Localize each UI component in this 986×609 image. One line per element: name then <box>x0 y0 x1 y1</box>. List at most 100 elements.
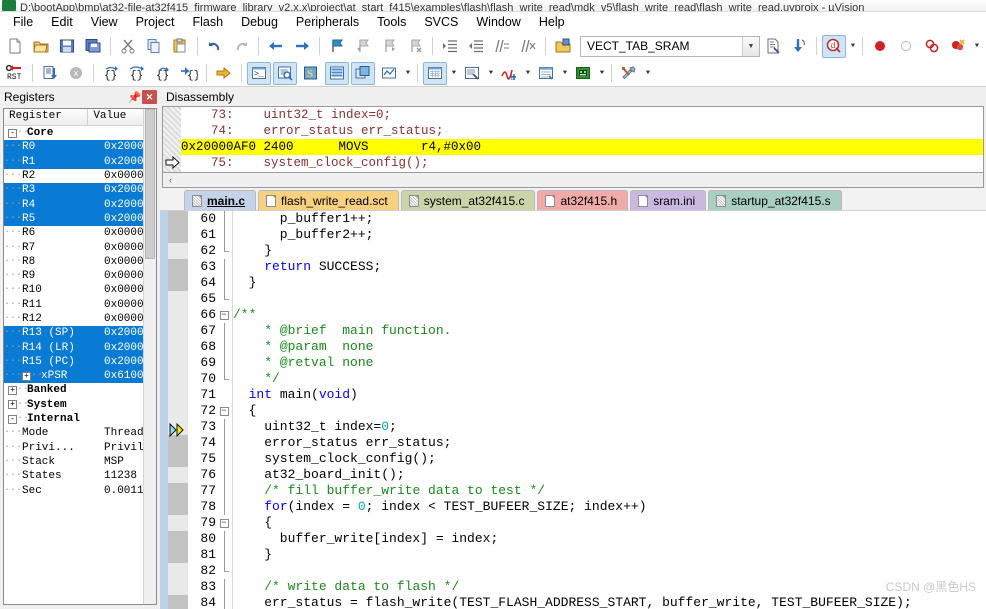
editor-fold-margin[interactable] <box>216 435 232 451</box>
editor-line[interactable]: 63 return SUCCESS; <box>188 259 986 275</box>
register-row[interactable]: ····R10x200054 <box>4 154 156 169</box>
analysis-dropdown-arrow-icon[interactable] <box>522 62 533 85</box>
target-select[interactable]: VECT_TAB_SRAM <box>580 35 760 57</box>
watch-windows-button[interactable] <box>377 62 401 85</box>
stop-button[interactable]: x <box>64 62 88 85</box>
insert-bookmark-button[interactable] <box>325 35 349 58</box>
chevron-down-icon[interactable] <box>742 36 759 56</box>
editor-fold-margin[interactable] <box>216 451 232 467</box>
register-row[interactable]: ····R100x000000 <box>4 283 156 297</box>
disassembly-line[interactable]: 74: error_status err_status; <box>181 123 983 139</box>
editor-fold-margin[interactable] <box>216 387 232 403</box>
manage-components-button[interactable] <box>787 35 811 58</box>
disassembly-horizontal-scrollbar[interactable]: ‹ <box>162 173 984 188</box>
editor-line[interactable]: 67 * @brief main function. <box>188 323 986 339</box>
scrollbar-thumb[interactable] <box>145 109 155 259</box>
register-row[interactable]: ····R90x000000 <box>4 269 156 283</box>
registers-grid[interactable]: Register Value -··Core····R00x20000A····… <box>3 108 157 605</box>
editor-fold-margin[interactable] <box>216 211 232 227</box>
expand-icon[interactable]: + <box>8 400 17 410</box>
insert-breakpoint-button[interactable] <box>868 35 892 58</box>
editor-line[interactable]: 77 /* fill buffer_write data to test */ <box>188 483 986 499</box>
disable-breakpoint-button[interactable] <box>894 35 918 58</box>
editor-fold-margin[interactable] <box>216 419 232 435</box>
pin-icon[interactable]: 📌 <box>127 90 142 105</box>
editor-fold-margin[interactable] <box>216 323 232 339</box>
editor-line[interactable]: 65 <box>188 291 986 307</box>
editor-tab-system-at32f415-c[interactable]: system_at32f415.c <box>400 190 536 210</box>
register-row[interactable]: ····R40x20000D <box>4 197 156 212</box>
editor-fold-margin[interactable] <box>216 467 232 483</box>
collapse-icon[interactable]: - <box>8 414 17 424</box>
watch-dropdown-arrow-icon[interactable] <box>402 62 413 85</box>
register-row[interactable]: +··Banked <box>4 383 156 397</box>
editor-fold-margin[interactable] <box>216 227 232 243</box>
menu-view[interactable]: View <box>82 13 127 31</box>
register-row[interactable]: ····R70x000000 <box>4 240 156 254</box>
editor-fold-margin[interactable]: − <box>216 515 232 531</box>
toolbox-button[interactable] <box>617 62 641 85</box>
indent-button[interactable] <box>438 35 462 58</box>
editor-line[interactable]: 66−/** <box>188 307 986 323</box>
register-row[interactable]: ····Privi...Privileg <box>4 441 156 455</box>
save-button[interactable] <box>55 35 79 58</box>
editor-tab-sram-ini[interactable]: sram.ini <box>630 190 707 210</box>
editor-tab-at32f415-h[interactable]: at32f415.h <box>537 190 629 210</box>
register-row[interactable]: -··Internal <box>4 412 156 426</box>
register-row[interactable]: -··Core <box>4 126 156 140</box>
register-row[interactable]: ····Stack MSP <box>4 455 156 469</box>
editor-line[interactable]: 78 for(index = 0; index < TEST_BUFEER_SI… <box>188 499 986 515</box>
register-row[interactable]: ····Sec0.001123 <box>4 483 156 497</box>
editor-fold-margin[interactable]: − <box>216 307 232 323</box>
fold-collapse-icon[interactable]: − <box>219 518 229 528</box>
editor-fold-margin[interactable] <box>216 243 232 259</box>
trace-dropdown-arrow-icon[interactable] <box>559 62 570 85</box>
clear-bookmarks-button[interactable] <box>403 35 427 58</box>
save-all-button[interactable] <box>81 35 105 58</box>
trace-windows-button[interactable] <box>534 62 558 85</box>
toolbox-dropdown-arrow-icon[interactable] <box>642 62 653 85</box>
paste-button[interactable] <box>168 35 192 58</box>
undo-button[interactable] <box>203 35 227 58</box>
memory-dropdown-arrow-icon[interactable] <box>448 62 459 85</box>
step-out-button[interactable]: {} <box>151 62 175 85</box>
expand-icon[interactable]: + <box>8 385 17 395</box>
collapse-icon[interactable]: - <box>8 128 17 138</box>
editor-tab-main-c[interactable]: main.c <box>184 190 257 210</box>
call-stack-window-button[interactable] <box>351 61 375 85</box>
serial-dropdown-arrow-icon[interactable] <box>485 62 496 85</box>
disassembly-line[interactable]: 75: system_clock_config(); <box>181 155 983 171</box>
menu-svcs[interactable]: SVCS <box>415 13 467 31</box>
outdent-button[interactable] <box>464 35 488 58</box>
expand-icon[interactable]: + <box>22 371 31 381</box>
navigate-back-button[interactable] <box>264 35 288 58</box>
editor-fold-margin[interactable] <box>216 499 232 515</box>
prev-bookmark-button[interactable] <box>351 35 375 58</box>
menu-peripherals[interactable]: Peripherals <box>287 13 368 31</box>
editor-fold-margin[interactable] <box>216 531 232 547</box>
register-row[interactable]: ····R13 (SP)0x200054 <box>4 326 156 341</box>
column-header-register[interactable]: Register <box>4 109 89 126</box>
editor-fold-margin[interactable] <box>216 563 232 579</box>
register-row[interactable]: ····R20x000000 <box>4 169 156 183</box>
menu-flash[interactable]: Flash <box>183 13 232 31</box>
symbols-window-button[interactable]: S <box>299 62 323 85</box>
serial-windows-button[interactable] <box>460 62 484 85</box>
register-row[interactable]: ····R80x000000 <box>4 255 156 269</box>
show-next-statement-button[interactable] <box>212 62 236 85</box>
run-button[interactable] <box>38 62 62 85</box>
editor-fold-margin[interactable] <box>216 579 232 595</box>
menu-file[interactable]: File <box>4 13 42 31</box>
editor-line[interactable]: 81 } <box>188 547 986 563</box>
reset-cpu-button[interactable]: RST <box>3 62 27 85</box>
system-viewer-button[interactable] <box>571 62 595 85</box>
new-file-button[interactable] <box>3 35 27 58</box>
editor-fold-margin[interactable] <box>216 275 232 291</box>
editor-line[interactable]: 70 */ <box>188 371 986 387</box>
editor-line[interactable]: 84 err_status = flash_write(TEST_FLASH_A… <box>188 595 986 609</box>
menu-project[interactable]: Project <box>127 13 184 31</box>
editor-fold-margin[interactable] <box>216 339 232 355</box>
editor-line[interactable]: 62 } <box>188 243 986 259</box>
register-row[interactable]: ····R15 (PC)0x20000A <box>4 354 156 370</box>
uncomment-button[interactable] <box>516 35 540 58</box>
